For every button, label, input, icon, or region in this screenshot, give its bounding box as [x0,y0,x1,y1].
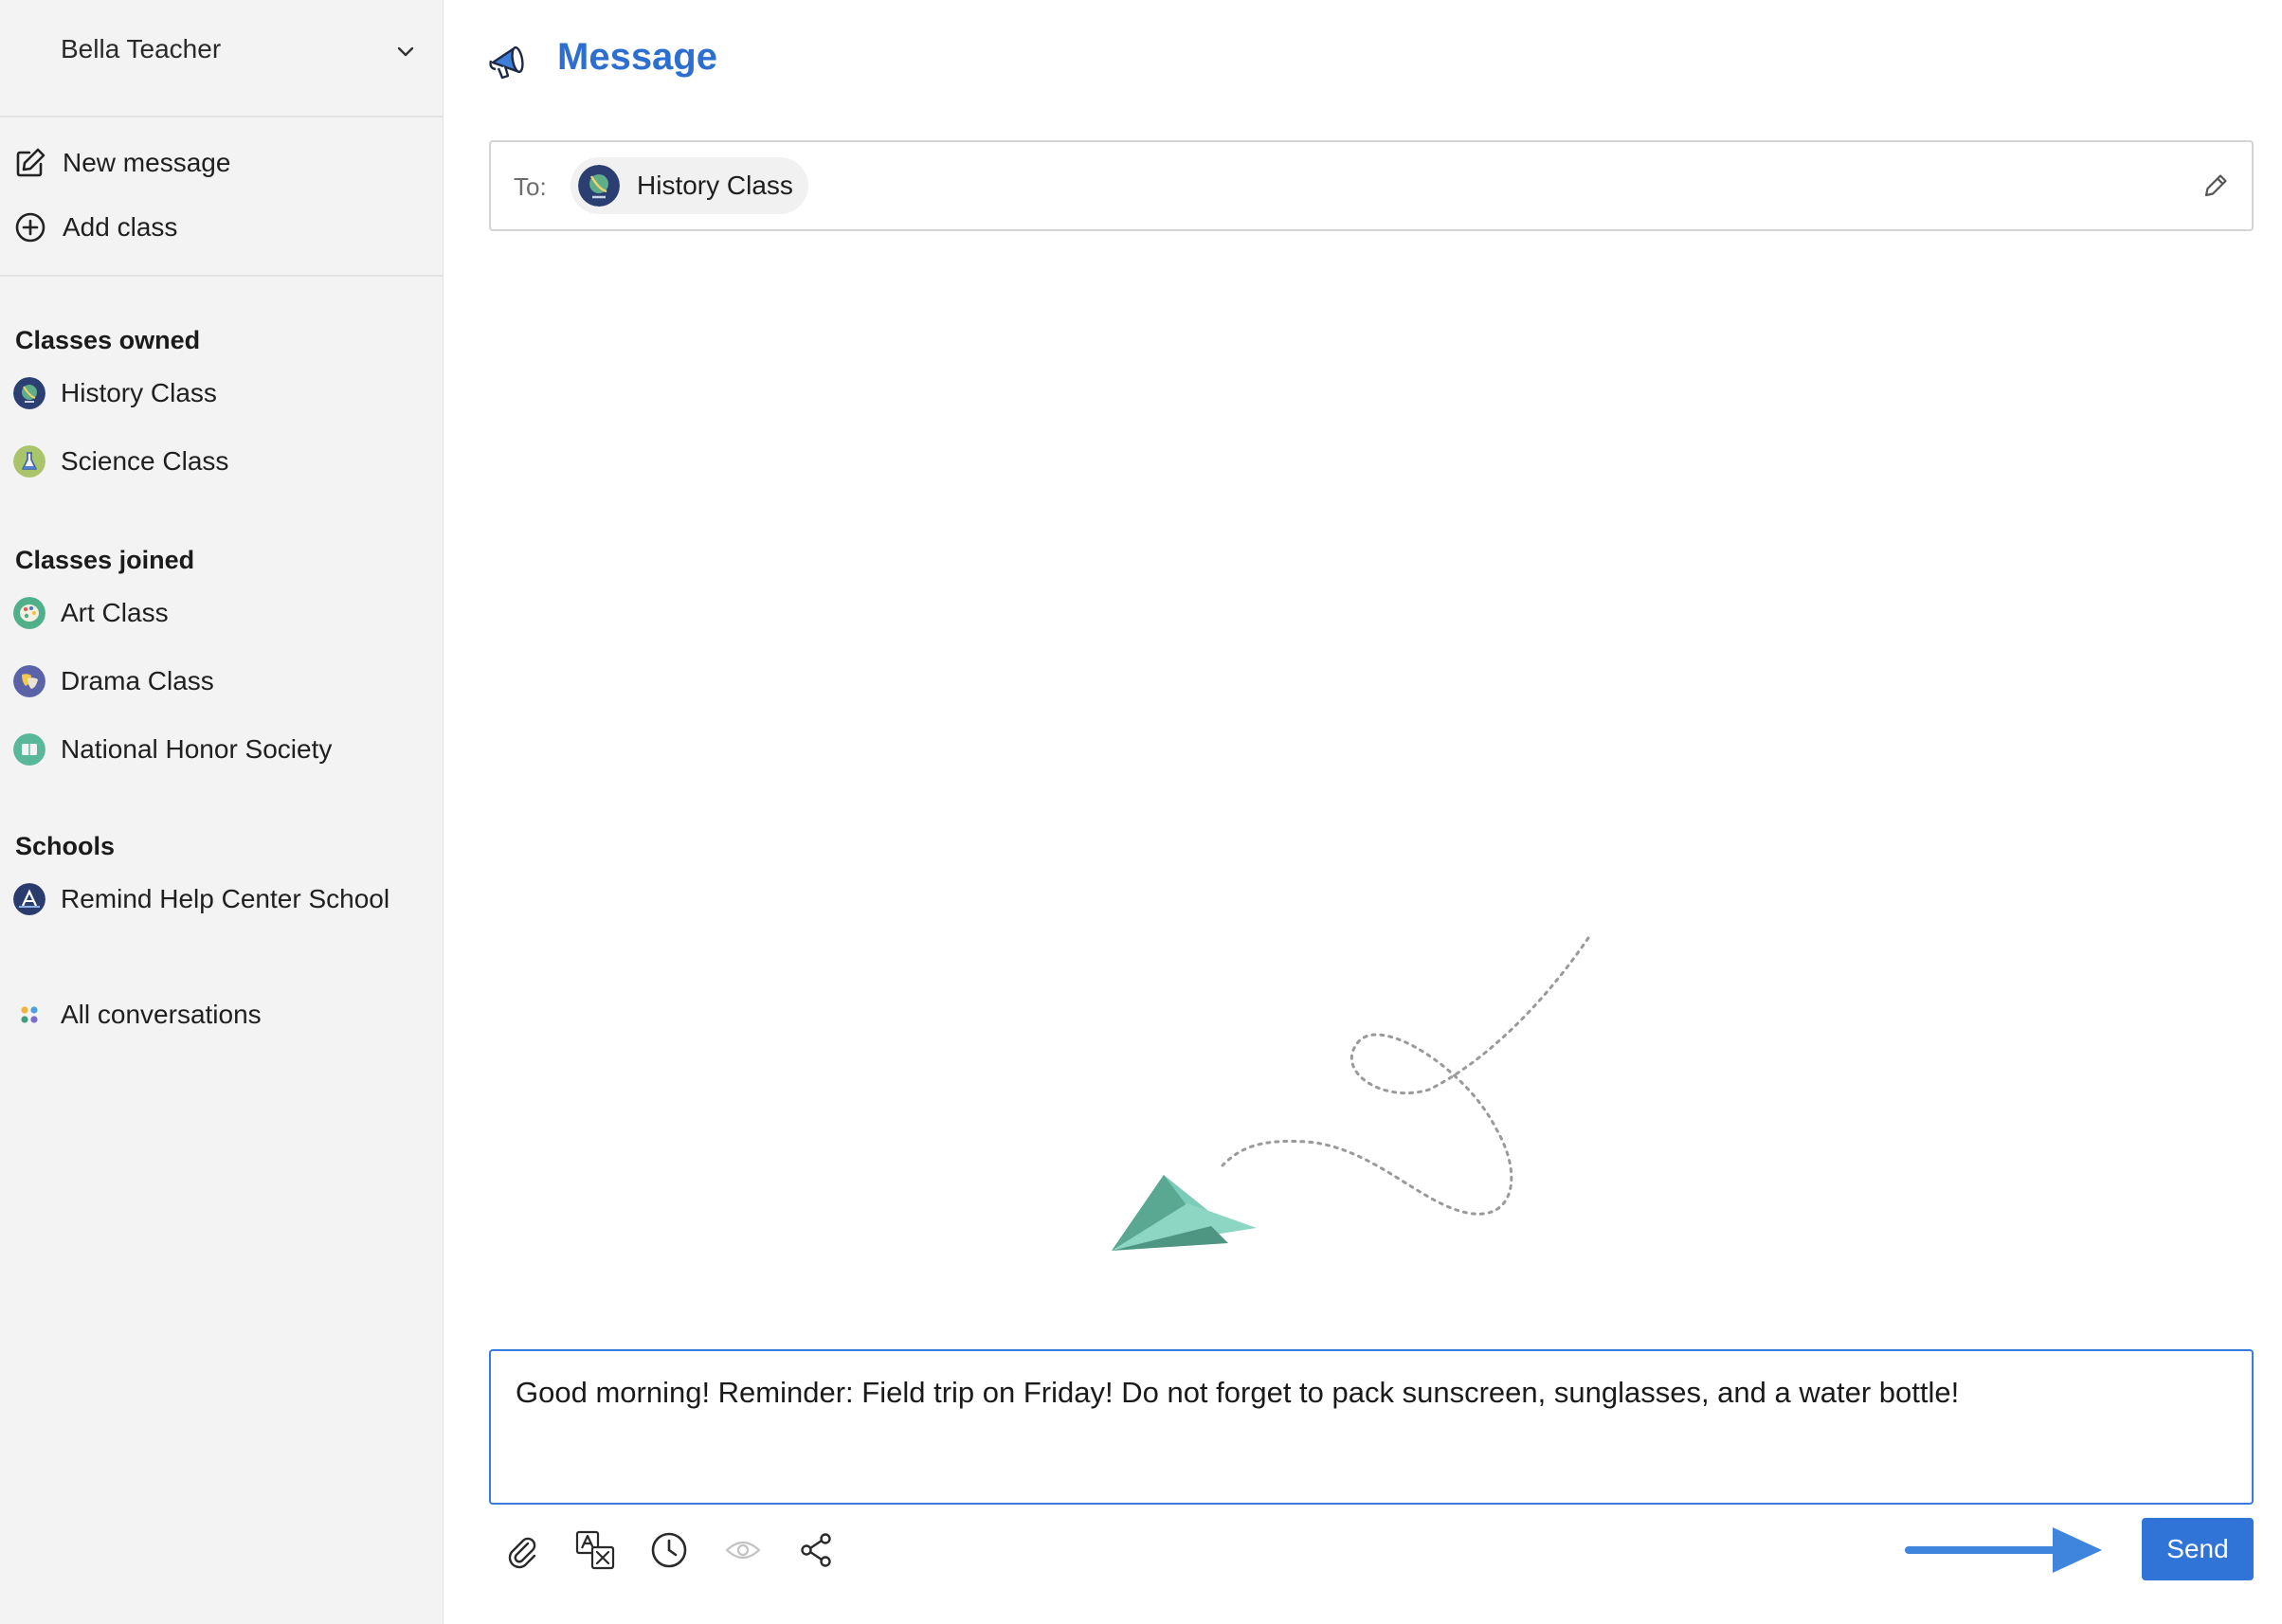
classes-joined-heading: Classes joined [15,546,195,574]
recipient-chip[interactable]: History Class [570,157,808,214]
send-button[interactable]: Send [2142,1518,2254,1580]
sidebar-actions: New message Add class [0,117,444,277]
flask-avatar-icon [13,445,45,478]
translate-button[interactable] [572,1527,618,1573]
palette-avatar-icon [13,597,45,629]
schedule-button[interactable] [646,1527,692,1573]
schools-heading: Schools [15,832,116,860]
sidebar-item-label: Science Class [61,446,229,476]
chevron-down-icon[interactable] [394,40,417,63]
compose-icon [16,148,45,177]
theater-masks-avatar-icon [13,665,45,697]
sidebar-item-art-class[interactable]: Art Class [13,591,169,635]
preview-button[interactable] [720,1527,766,1573]
eye-icon [725,1541,761,1560]
add-class-label: Add class [63,212,178,242]
book-avatar-icon [13,733,45,766]
share-button[interactable] [794,1527,840,1573]
globe-avatar-icon [13,377,45,409]
recipient-name: History Class [637,171,793,200]
sidebar-item-history-class[interactable]: History Class [13,371,217,415]
share-icon [801,1533,831,1567]
sidebar-item-science-class[interactable]: Science Class [13,440,228,483]
pencil-icon[interactable] [2200,171,2231,201]
sidebar-item-label: Remind Help Center School [61,884,390,913]
send-label: Send [2166,1534,2229,1563]
new-message-button[interactable]: New message [13,140,230,186]
all-conversations-label: All conversations [61,1000,262,1029]
megaphone-icon [489,45,524,80]
paperclip-icon [508,1537,536,1569]
add-class-button[interactable]: Add class [13,205,177,250]
sidebar-item-remind-help-center-school[interactable]: Remind Help Center School [13,877,389,921]
sidebar-item-label: Art Class [61,598,169,627]
sidebar-item-label: National Honor Society [61,734,333,764]
sidebar-item-label: Drama Class [61,666,214,695]
translate-icon [575,1530,615,1570]
sidebar-item-label: History Class [61,378,217,407]
message-panel: Message To: History Class Good morning! … [444,0,2282,1624]
globe-avatar-icon [578,165,620,207]
account-name: Bella Teacher [61,34,222,63]
message-input[interactable]: Good morning! Reminder: Field trip on Fr… [489,1349,2254,1505]
arrow-right-icon [1905,1527,2102,1573]
to-label: To: [514,172,547,201]
paper-plane-illustration [1112,936,1590,1251]
account-switcher[interactable]: Bella Teacher [0,0,444,117]
attach-button[interactable] [498,1527,544,1573]
new-message-label: New message [63,148,231,177]
dots-grid-icon [21,1006,38,1023]
all-conversations-link[interactable]: All conversations [13,993,262,1037]
school-avatar-icon [13,883,45,915]
sidebar: Bella Teacher New message Add class Clas… [0,0,444,1624]
plus-circle-icon [15,212,45,243]
recipient-field[interactable]: To: History Class [489,140,2254,231]
sidebar-item-national-honor-society[interactable]: National Honor Society [13,728,332,771]
page-title: Message [557,36,717,78]
classes-owned-heading: Classes owned [15,326,201,354]
clock-icon [651,1532,687,1568]
sidebar-item-drama-class[interactable]: Drama Class [13,659,214,703]
